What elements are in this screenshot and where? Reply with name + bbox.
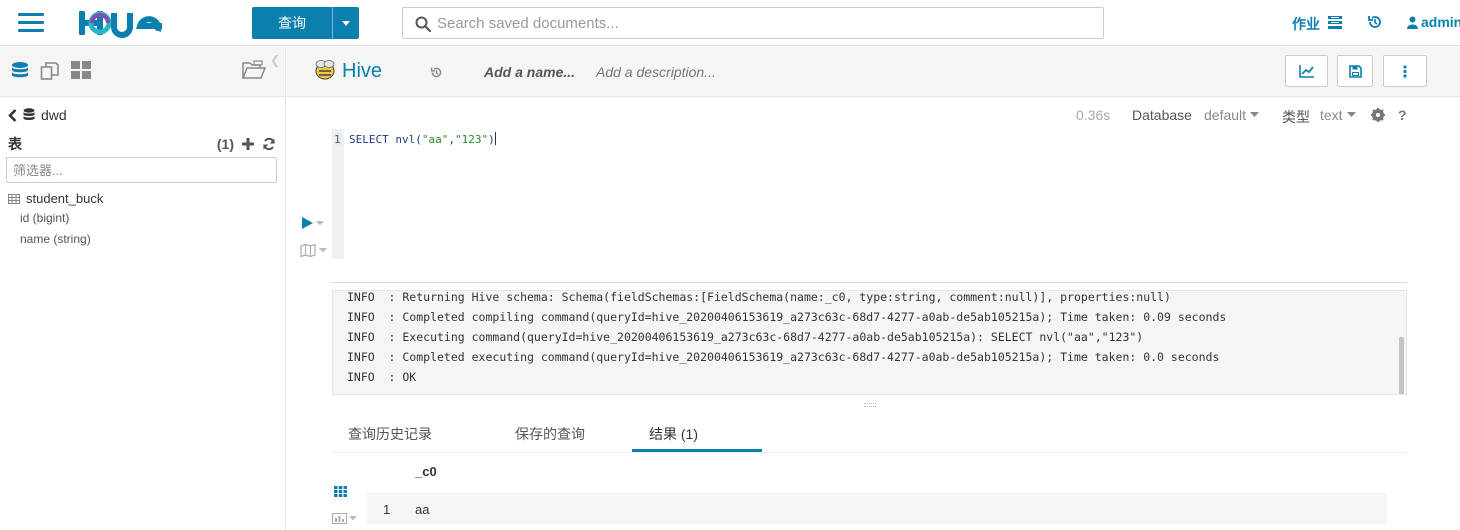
query-dropdown-button[interactable]: 查询 bbox=[252, 7, 359, 39]
log-line: INFO : OK bbox=[347, 370, 417, 384]
editor-header: Hive Add a name... Add a description... bbox=[287, 47, 1460, 97]
tab-query-history[interactable]: 查询历史记录 bbox=[348, 424, 432, 444]
play-icon bbox=[302, 217, 313, 229]
help-icon[interactable]: ? bbox=[1398, 107, 1407, 123]
tabs-border bbox=[332, 452, 1407, 453]
save-icon bbox=[1348, 64, 1362, 78]
resize-handle[interactable] bbox=[864, 403, 876, 407]
database-icon bbox=[23, 108, 35, 120]
grid-view-icon[interactable] bbox=[334, 486, 347, 497]
table-name[interactable]: student_buck bbox=[26, 191, 103, 206]
jobs-list-icon[interactable] bbox=[1328, 16, 1342, 29]
table-item[interactable]: student_buck bbox=[8, 191, 103, 206]
assist-panel-header: ❮ bbox=[0, 47, 285, 97]
query-history-icon[interactable] bbox=[430, 66, 443, 79]
line-number: 1 bbox=[333, 133, 342, 146]
table-row[interactable]: 1 aa bbox=[367, 493, 1387, 524]
bar-chart-icon bbox=[332, 513, 347, 524]
user-name[interactable]: admin bbox=[1421, 14, 1460, 30]
code-comma[interactable]: , bbox=[448, 133, 455, 146]
database-label: Database bbox=[1132, 107, 1192, 123]
editor-type-title: Hive bbox=[342, 60, 383, 82]
execution-log[interactable]: INFO : Returning Hive schema: Schema(fie… bbox=[332, 290, 1407, 395]
more-options-button[interactable] bbox=[1383, 55, 1427, 87]
collapse-panel-icon[interactable]: ❮ bbox=[270, 53, 280, 67]
log-line: INFO : Returning Hive schema: Schema(fie… bbox=[347, 290, 1171, 304]
result-cell[interactable]: aa bbox=[415, 502, 429, 517]
top-navigation-bar: 查询 作业 admin bbox=[0, 0, 1460, 46]
type-select-value[interactable]: text bbox=[1320, 107, 1343, 123]
user-icon bbox=[1407, 16, 1418, 29]
code-string[interactable]: "123" bbox=[455, 133, 488, 146]
database-name[interactable]: dwd bbox=[41, 107, 67, 123]
search-input[interactable] bbox=[437, 8, 1097, 38]
column-item[interactable]: id (bigint) bbox=[20, 211, 69, 225]
caret-down-icon bbox=[1346, 112, 1356, 117]
tables-count: (1) bbox=[216, 136, 234, 152]
row-index: 1 bbox=[383, 502, 391, 517]
database-breadcrumb[interactable]: dwd bbox=[8, 107, 67, 123]
hue-logo[interactable] bbox=[78, 5, 178, 41]
active-tab-indicator bbox=[632, 449, 762, 452]
caret-down-icon bbox=[316, 220, 324, 225]
search-box[interactable] bbox=[402, 7, 1104, 39]
execution-time: 0.36s bbox=[1076, 107, 1111, 123]
search-icon bbox=[415, 16, 431, 32]
tables-header: 表 (1) bbox=[8, 134, 276, 154]
tab-results[interactable]: 结果 (1) bbox=[649, 424, 698, 444]
code-paren[interactable]: ) bbox=[488, 133, 495, 146]
log-line: INFO : Completed compiling command(query… bbox=[347, 310, 1227, 324]
chart-button[interactable] bbox=[1285, 55, 1328, 87]
hive-bee-icon bbox=[315, 60, 335, 80]
type-select[interactable]: text bbox=[1320, 107, 1356, 123]
table-filter-input[interactable] bbox=[6, 157, 277, 183]
folder-open-icon[interactable] bbox=[242, 60, 266, 80]
tables-label: 表 bbox=[8, 136, 22, 152]
database-icon[interactable] bbox=[11, 61, 29, 81]
result-column-header[interactable]: _c0 bbox=[415, 464, 437, 479]
hamburger-menu-icon[interactable] bbox=[18, 11, 44, 33]
user-menu[interactable]: admin bbox=[1407, 14, 1460, 30]
execute-button[interactable] bbox=[302, 217, 324, 229]
chevron-down-icon[interactable] bbox=[333, 7, 359, 39]
settings-gear-icon[interactable] bbox=[1371, 108, 1385, 122]
caret-down-icon bbox=[349, 516, 357, 521]
log-scrollbar[interactable] bbox=[1399, 337, 1404, 394]
jobs-link[interactable]: 作业 bbox=[1292, 14, 1320, 34]
query-button-label[interactable]: 查询 bbox=[252, 7, 332, 39]
code-keyword[interactable]: SELECT nvl( bbox=[349, 133, 422, 146]
left-assist-panel: ❮ dwd 表 (1) student_buck bbox=[0, 47, 286, 530]
line-chart-icon bbox=[1298, 65, 1314, 78]
map-icon bbox=[300, 244, 316, 257]
code-string[interactable]: "aa" bbox=[422, 133, 449, 146]
save-button[interactable] bbox=[1337, 55, 1373, 87]
type-label: 类型 bbox=[1282, 109, 1310, 125]
caret-down-icon bbox=[1250, 112, 1260, 117]
database-select[interactable]: default bbox=[1204, 107, 1260, 123]
explain-button[interactable] bbox=[300, 244, 327, 257]
query-description-field[interactable]: Add a description... bbox=[596, 64, 716, 80]
log-line: INFO : Executing command(queryId=hive_20… bbox=[347, 330, 1144, 344]
refresh-icon[interactable] bbox=[262, 137, 276, 151]
text-cursor bbox=[494, 132, 496, 145]
tab-saved-queries[interactable]: 保存的查询 bbox=[515, 424, 585, 444]
chart-view-button[interactable] bbox=[332, 513, 357, 524]
log-line: INFO : Completed executing command(query… bbox=[347, 350, 1220, 364]
sql-editor[interactable]: SELECT nvl("aa","123") bbox=[349, 132, 496, 146]
vertical-dots-icon bbox=[1403, 64, 1407, 78]
history-icon[interactable] bbox=[1367, 14, 1383, 30]
editor-gutter bbox=[332, 129, 344, 259]
editor-divider bbox=[330, 282, 1407, 283]
query-name-field[interactable]: Add a name... bbox=[484, 64, 575, 80]
plus-icon[interactable] bbox=[242, 138, 254, 150]
table-icon bbox=[8, 193, 20, 204]
database-select-value[interactable]: default bbox=[1204, 107, 1246, 123]
back-chevron-icon[interactable] bbox=[8, 108, 17, 122]
apps-grid-icon[interactable] bbox=[71, 61, 91, 79]
caret-down-icon bbox=[319, 248, 327, 253]
documents-icon[interactable] bbox=[40, 61, 60, 81]
column-item[interactable]: name (string) bbox=[20, 232, 91, 246]
